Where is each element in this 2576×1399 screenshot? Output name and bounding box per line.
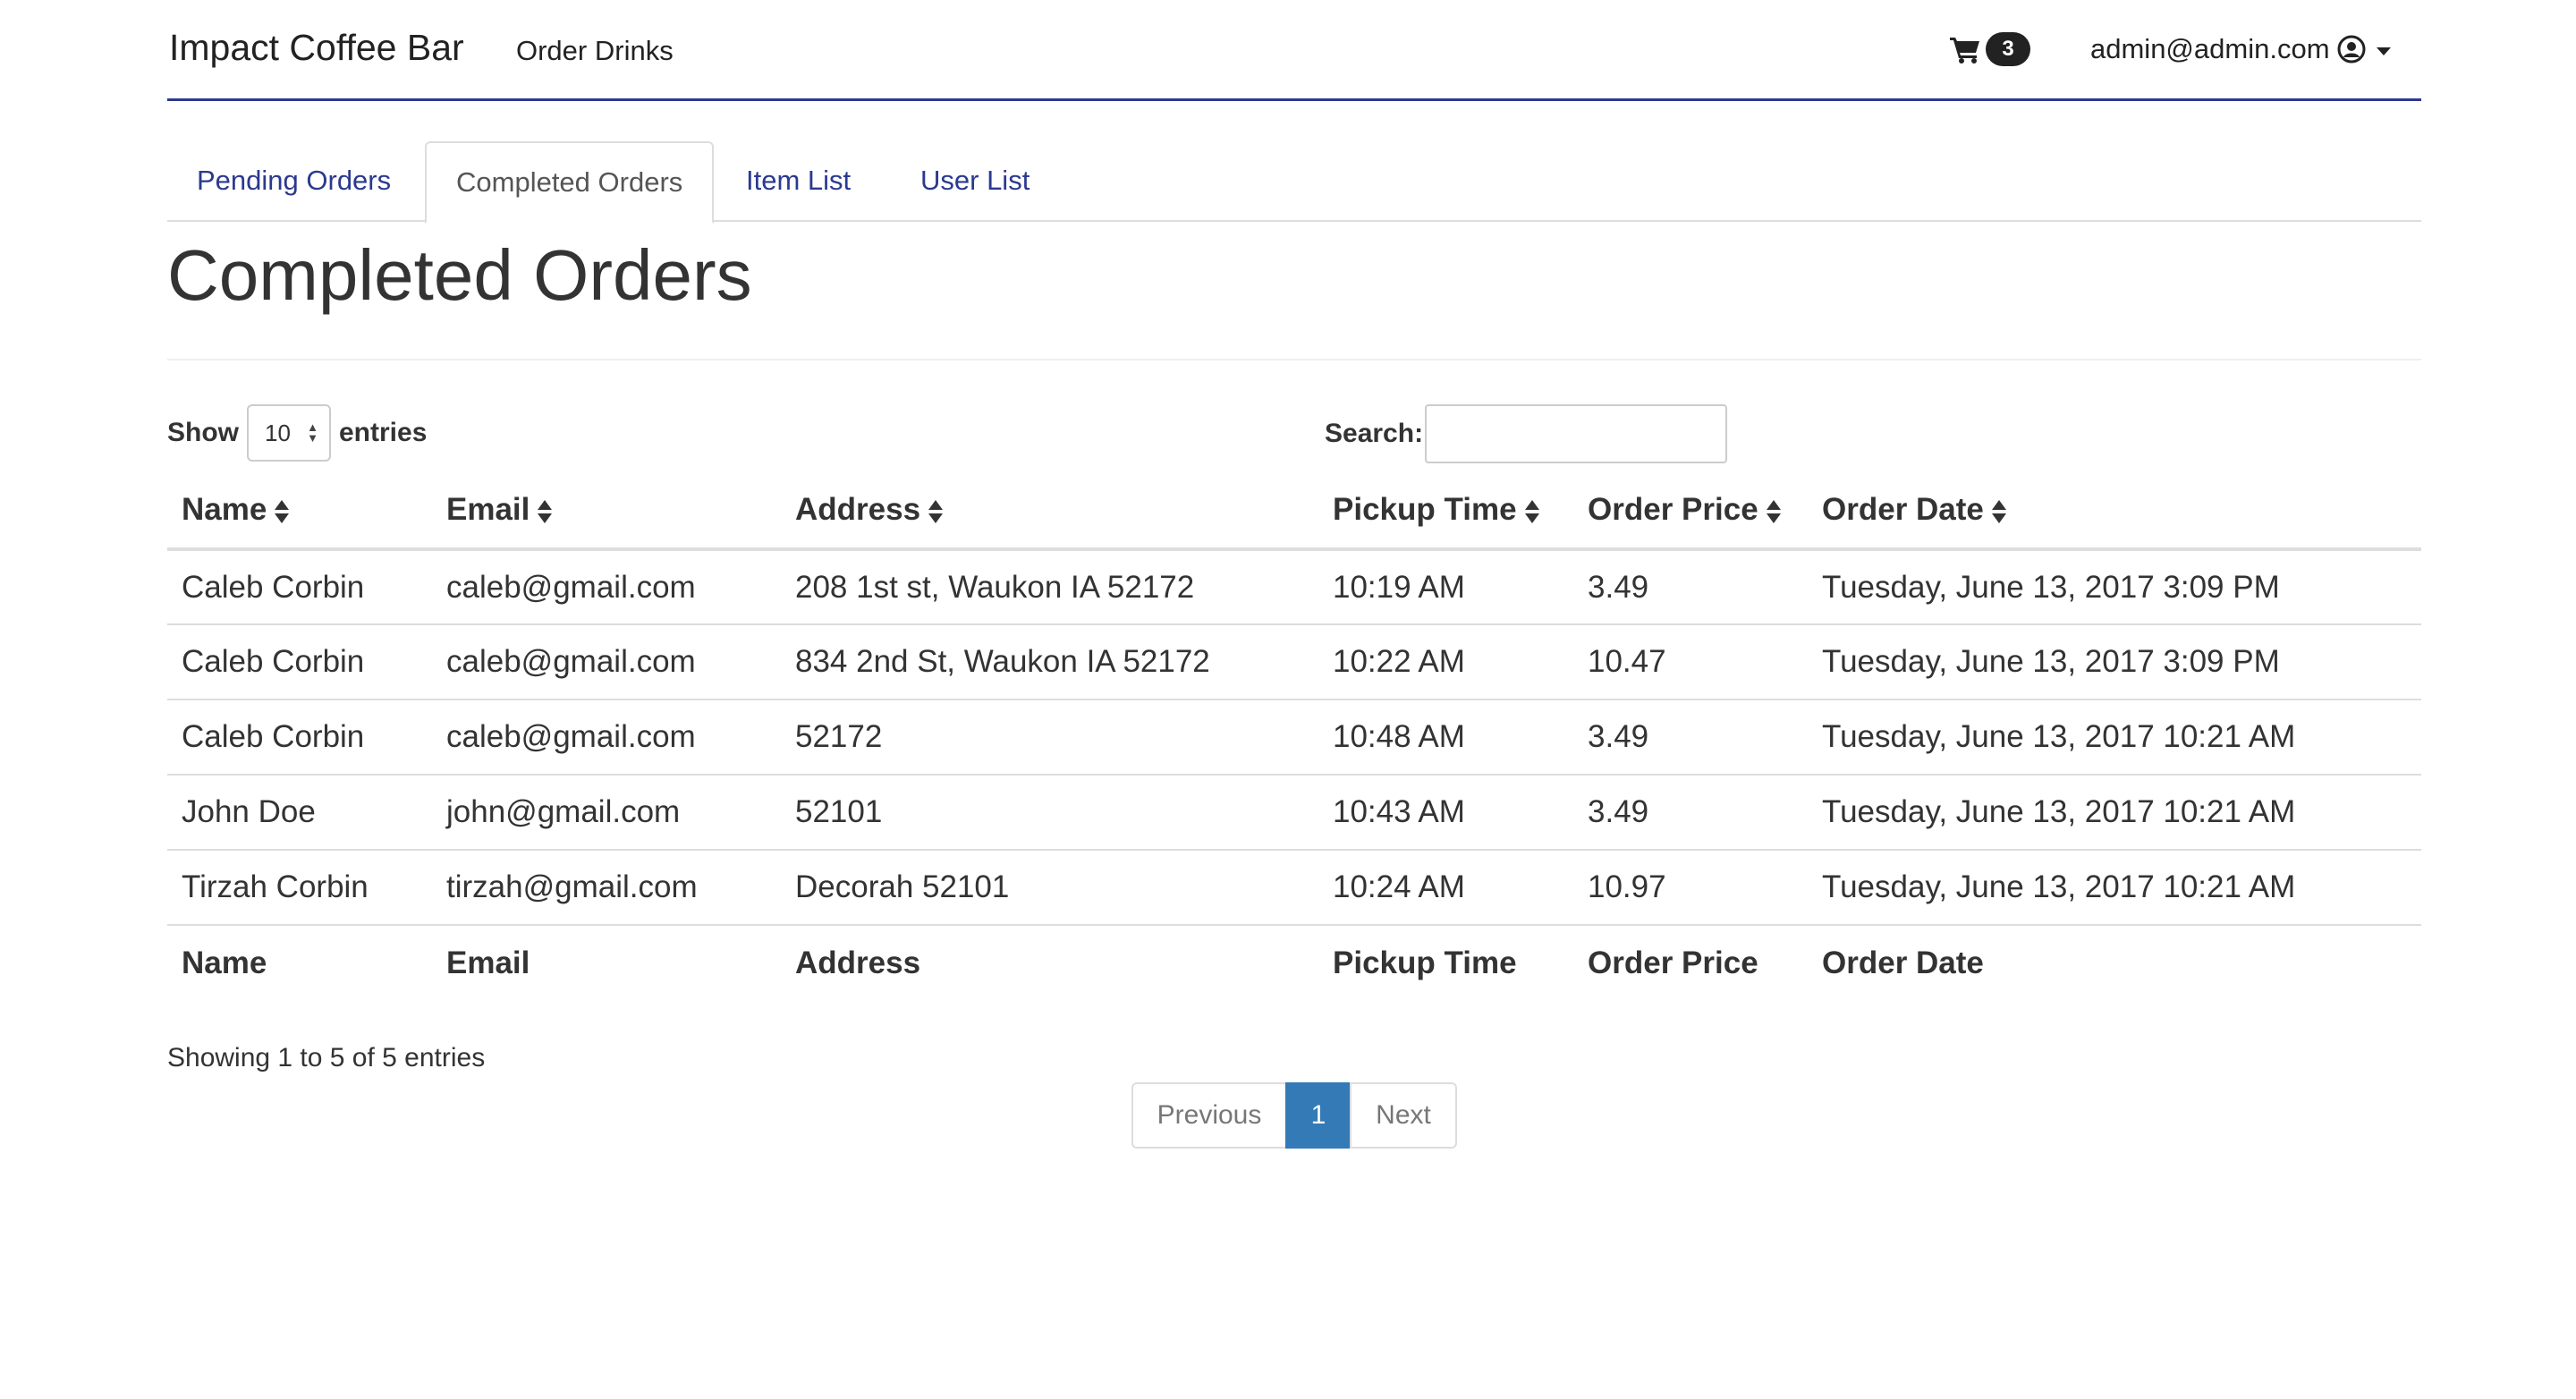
cell-pickup-time: 10:19 AM	[1318, 549, 1573, 625]
user-dropdown[interactable]: admin@admin.com	[2090, 33, 2391, 65]
order-drinks-link[interactable]: Order Drinks	[516, 35, 674, 67]
sort-icon	[1766, 499, 1781, 523]
navbar: Impact Coffee Bar Order Drinks 3 admin@a…	[167, 0, 2421, 101]
show-label: Show	[167, 418, 239, 447]
cell-email: tirzah@gmail.com	[432, 850, 781, 926]
brand-link[interactable]: Impact Coffee Bar	[169, 27, 464, 69]
cell-order-price: 3.49	[1573, 775, 1808, 851]
footer-email: Email	[432, 924, 781, 1000]
table-row[interactable]: Caleb Corbin caleb@gmail.com 834 2nd St,…	[167, 624, 2421, 700]
entries-length-control: Show 10 ▲ ▼ entries	[167, 404, 427, 462]
entries-select[interactable]: 10 ▲ ▼	[247, 404, 331, 462]
user-email: admin@admin.com	[2090, 33, 2330, 64]
cell-email: caleb@gmail.com	[432, 700, 781, 776]
cell-order-date: Tuesday, June 13, 2017 10:21 AM	[1808, 850, 2421, 926]
tab-user-list[interactable]: User List	[891, 141, 1059, 222]
cell-pickup-time: 10:43 AM	[1318, 775, 1573, 851]
column-header-email[interactable]: Email	[432, 472, 781, 551]
table-row[interactable]: Caleb Corbin caleb@gmail.com 208 1st st,…	[167, 549, 2421, 625]
column-header-pickup-time[interactable]: Pickup Time	[1318, 472, 1573, 551]
cell-order-date: Tuesday, June 13, 2017 10:21 AM	[1808, 775, 2421, 851]
cell-email: caleb@gmail.com	[432, 549, 781, 625]
cell-email: caleb@gmail.com	[432, 624, 781, 700]
footer-pickup-time: Pickup Time	[1318, 924, 1573, 1000]
sort-icon	[1991, 499, 2006, 523]
completed-orders-table: Name Email Address Pickup Time Order Pri…	[167, 472, 2421, 1000]
cell-name: Caleb Corbin	[167, 549, 432, 625]
cell-order-date: Tuesday, June 13, 2017 3:09 PM	[1808, 624, 2421, 700]
table-footer-row: Name Email Address Pickup Time Order Pri…	[167, 924, 2421, 1000]
cell-pickup-time: 10:24 AM	[1318, 850, 1573, 926]
page-1-button[interactable]: 1	[1285, 1082, 1352, 1149]
page-title: Completed Orders	[167, 235, 752, 315]
table-info: Showing 1 to 5 of 5 entries	[167, 1043, 486, 1073]
column-header-name[interactable]: Name	[167, 472, 432, 551]
title-divider	[167, 359, 2421, 360]
select-arrows-icon: ▲ ▼	[307, 420, 318, 445]
tab-bar: Pending Orders Completed Orders Item Lis…	[167, 141, 2421, 224]
cell-address: 52101	[781, 775, 1318, 851]
footer-order-price: Order Price	[1573, 924, 1808, 1000]
search-control: Search:	[1325, 404, 1728, 463]
cell-order-price: 10.47	[1573, 624, 1808, 700]
footer-name: Name	[167, 924, 432, 1000]
cell-address: 208 1st st, Waukon IA 52172	[781, 549, 1318, 625]
tab-completed-orders[interactable]: Completed Orders	[425, 141, 715, 224]
cell-name: Tirzah Corbin	[167, 850, 432, 926]
sort-icon	[275, 499, 290, 523]
table-body: Caleb Corbin caleb@gmail.com 208 1st st,…	[167, 549, 2421, 926]
main-container: Impact Coffee Bar Order Drinks 3 admin@a…	[167, 0, 2421, 1149]
column-header-order-price[interactable]: Order Price	[1573, 472, 1808, 551]
tab-item-list[interactable]: Item List	[716, 141, 880, 222]
cell-pickup-time: 10:22 AM	[1318, 624, 1573, 700]
cell-address: 52172	[781, 700, 1318, 776]
table-row[interactable]: Caleb Corbin caleb@gmail.com 52172 10:48…	[167, 700, 2421, 776]
footer-order-date: Order Date	[1808, 924, 2421, 1000]
footer-address: Address	[781, 924, 1318, 1000]
cart-button[interactable]: 3	[1950, 32, 2030, 66]
cart-count-badge: 3	[1986, 32, 2030, 66]
cell-address: Decorah 52101	[781, 850, 1318, 926]
cell-order-price: 10.97	[1573, 850, 1808, 926]
table-row[interactable]: John Doe john@gmail.com 52101 10:43 AM 3…	[167, 775, 2421, 851]
sort-icon	[538, 499, 553, 523]
cell-name: Caleb Corbin	[167, 700, 432, 776]
search-label: Search:	[1325, 419, 1424, 448]
cell-order-date: Tuesday, June 13, 2017 10:21 AM	[1808, 700, 2421, 776]
sort-icon	[1524, 499, 1539, 523]
search-input[interactable]	[1425, 404, 1728, 463]
table-footer: Name Email Address Pickup Time Order Pri…	[167, 924, 2421, 1000]
cell-name: Caleb Corbin	[167, 624, 432, 700]
entries-label: entries	[339, 418, 428, 447]
column-header-order-date[interactable]: Order Date	[1808, 472, 2421, 551]
user-circle-icon	[2337, 35, 2366, 64]
table-row[interactable]: Tirzah Corbin tirzah@gmail.com Decorah 5…	[167, 850, 2421, 926]
tab-pending-orders[interactable]: Pending Orders	[167, 141, 420, 222]
shopping-cart-icon	[1950, 38, 1979, 64]
cell-order-price: 3.49	[1573, 549, 1808, 625]
page: Impact Coffee Bar Order Drinks 3 admin@a…	[0, 0, 2576, 1399]
table-header: Name Email Address Pickup Time Order Pri…	[167, 472, 2421, 551]
sort-icon	[928, 499, 944, 523]
chevron-down-icon	[2376, 47, 2391, 55]
entries-select-value: 10	[265, 420, 291, 446]
next-page-button[interactable]: Next	[1350, 1082, 1457, 1149]
pagination: Previous 1 Next	[1131, 1082, 1457, 1149]
table-header-row: Name Email Address Pickup Time Order Pri…	[167, 472, 2421, 551]
cell-order-date: Tuesday, June 13, 2017 3:09 PM	[1808, 549, 2421, 625]
cell-order-price: 3.49	[1573, 700, 1808, 776]
cell-pickup-time: 10:48 AM	[1318, 700, 1573, 776]
cell-email: john@gmail.com	[432, 775, 781, 851]
column-header-address[interactable]: Address	[781, 472, 1318, 551]
cell-address: 834 2nd St, Waukon IA 52172	[781, 624, 1318, 700]
previous-page-button[interactable]: Previous	[1131, 1082, 1287, 1149]
cell-name: John Doe	[167, 775, 432, 851]
